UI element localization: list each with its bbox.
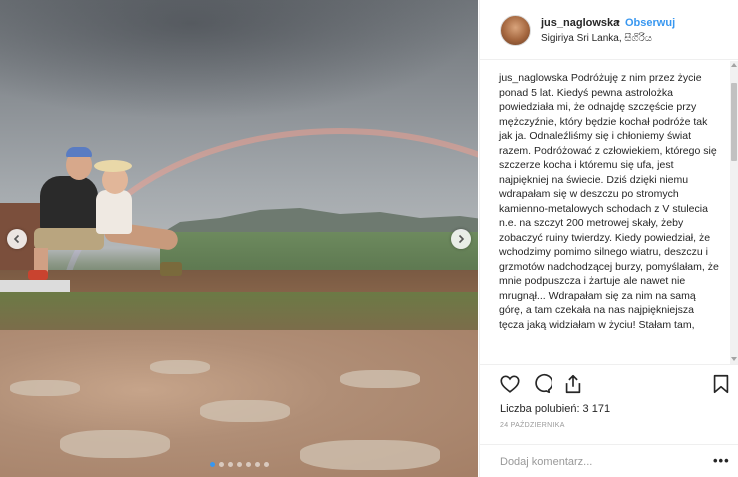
post-side-panel: jus_naglowska • Obserwuj Sigiriya Sri La… (479, 0, 738, 477)
carousel-dot (228, 462, 233, 467)
post-actions: Liczba polubień: 3 171 24 PAŹDZIERNIKA (480, 364, 738, 444)
carousel-dot (237, 462, 242, 467)
save-button[interactable] (710, 373, 732, 395)
carousel-dot (255, 462, 260, 467)
man-shoe (28, 270, 48, 280)
storm-clouds (0, 0, 478, 120)
scroll-up-arrow-icon[interactable] (731, 63, 737, 67)
caption-username[interactable]: jus_naglowska (499, 72, 568, 84)
header-separator: • (616, 16, 620, 28)
scroll-thumb[interactable] (731, 83, 737, 161)
avatar[interactable] (500, 15, 531, 46)
likes-count[interactable]: Liczba polubień: 3 171 (500, 403, 610, 415)
man-figure (40, 176, 98, 232)
header-username[interactable]: jus_naglowska (541, 17, 619, 29)
follow-button[interactable]: Obserwuj (625, 17, 675, 29)
chevron-right-icon (458, 234, 465, 244)
scrollbar[interactable] (730, 61, 738, 364)
carousel-dot (264, 462, 269, 467)
comment-button[interactable] (530, 373, 554, 395)
location-link[interactable]: Sigiriya Sri Lanka, සීගිරිය (541, 33, 652, 44)
comment-input[interactable] (500, 454, 690, 470)
woman-figure (96, 190, 132, 234)
add-comment-bar: ••• (480, 444, 738, 477)
heart-icon (500, 375, 520, 393)
comments-area[interactable]: jus_naglowska Podróżuję z nim przez życi… (480, 61, 738, 364)
next-photo-button[interactable] (451, 229, 471, 249)
post-header: jus_naglowska • Obserwuj Sigiriya Sri La… (480, 0, 738, 60)
like-button[interactable] (499, 373, 521, 395)
blanket (0, 280, 70, 292)
share-icon (565, 374, 581, 394)
man-cap (66, 147, 92, 157)
carousel-indicator (210, 462, 269, 467)
carousel-dot (246, 462, 251, 467)
previous-photo-button[interactable] (7, 229, 27, 249)
post-caption: jus_naglowska Podróżuję z nim przez życi… (499, 71, 721, 332)
more-options-button[interactable]: ••• (713, 453, 730, 468)
carousel-dot (210, 462, 215, 467)
post-date[interactable]: 24 PAŹDZIERNIKA (500, 422, 565, 429)
chevron-left-icon (13, 234, 20, 244)
carousel-dot (219, 462, 224, 467)
woman-hat (94, 160, 132, 172)
rock-ground (0, 330, 478, 477)
comment-icon (535, 373, 554, 394)
caption-text: Podróżuję z nim przez życie ponad 5 lat.… (499, 72, 719, 331)
post-photo[interactable] (0, 0, 478, 477)
scroll-down-arrow-icon[interactable] (731, 357, 737, 361)
woman-boot (160, 262, 182, 276)
man-shorts (34, 228, 104, 250)
bookmark-icon (713, 374, 729, 394)
share-button[interactable] (562, 373, 584, 395)
